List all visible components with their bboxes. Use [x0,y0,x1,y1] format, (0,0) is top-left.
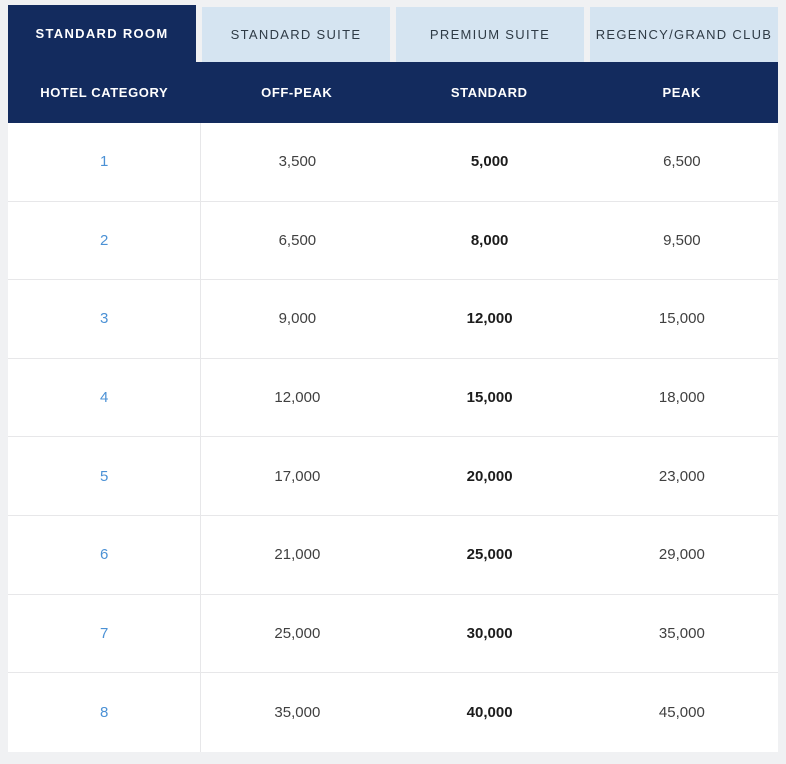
category-link[interactable]: 5 [100,468,108,485]
off-peak-cell: 21,000 [274,546,321,564]
category-link[interactable]: 6 [100,546,108,563]
table-row: 7 25,000 30,000 35,000 [8,594,778,674]
table-row: 6 21,000 25,000 29,000 [8,515,778,595]
category-link[interactable]: 4 [100,389,108,406]
peak-cell: 6,500 [663,153,701,171]
table-row: 2 6,500 8,000 9,500 [8,201,778,281]
category-cell: 8 [8,673,202,752]
peak-cell: 15,000 [658,310,705,328]
table-row: 4 12,000 15,000 18,000 [8,358,778,438]
header-peak: PEAK [662,85,702,100]
standard-cell: 8,000 [470,231,509,249]
standard-cell: 30,000 [466,624,513,642]
category-link[interactable]: 7 [100,625,108,642]
peak-cell: 23,000 [658,467,705,485]
table-row: 8 35,000 40,000 45,000 [8,673,778,752]
off-peak-cell: 6,500 [278,231,317,249]
table-row: 5 17,000 20,000 23,000 [8,437,778,516]
off-peak-cell: 12,000 [274,389,321,407]
category-link[interactable]: 8 [100,704,108,721]
category-cell: 6 [8,515,202,594]
peak-cell: 35,000 [658,624,705,642]
peak-cell: 29,000 [658,546,705,564]
category-link[interactable]: 3 [100,310,108,327]
tab-standard-room[interactable]: STANDARD ROOM [8,5,196,62]
category-cell: 1 [8,123,202,201]
category-cell: 5 [8,437,202,515]
header-hotel-category: HOTEL CATEGORY [40,85,169,100]
header-off-peak: OFF-PEAK [261,85,333,100]
off-peak-cell: 35,000 [274,703,321,721]
category-cell: 7 [8,594,202,673]
tab-regency-grand-club[interactable]: REGENCY/GRAND CLUB [590,7,778,62]
standard-cell: 20,000 [466,467,513,485]
category-link[interactable]: 1 [100,153,108,170]
table-row: 1 3,500 5,000 6,500 [8,123,778,202]
table-row: 3 9,000 12,000 15,000 [8,280,778,359]
peak-cell: 9,500 [663,231,701,249]
tab-standard-suite[interactable]: STANDARD SUITE [202,7,390,62]
category-link[interactable]: 2 [100,232,108,249]
category-cell: 3 [8,280,202,358]
off-peak-cell: 3,500 [278,153,317,171]
standard-cell: 25,000 [466,546,513,564]
off-peak-cell: 9,000 [278,310,317,328]
standard-cell: 15,000 [466,389,513,407]
standard-cell: 40,000 [466,703,513,721]
standard-cell: 5,000 [470,153,509,171]
standard-cell: 12,000 [466,310,513,328]
award-chart-page: STANDARD ROOM STANDARD SUITE PREMIUM SUI… [0,0,786,764]
tab-premium-suite[interactable]: PREMIUM SUITE [396,7,584,62]
table-header-row: HOTEL CATEGORY OFF-PEAK STANDARD PEAK [8,62,778,123]
peak-cell: 45,000 [658,703,705,721]
peak-cell: 18,000 [658,389,705,407]
category-cell: 4 [8,358,202,437]
table-body: 1 3,500 5,000 6,500 2 6,500 8,000 9,500 … [8,123,778,752]
off-peak-cell: 17,000 [274,467,321,485]
header-standard: STANDARD [450,85,528,100]
award-chart: STANDARD ROOM STANDARD SUITE PREMIUM SUI… [8,5,778,752]
category-cell: 2 [8,201,202,280]
room-type-tab-bar: STANDARD ROOM STANDARD SUITE PREMIUM SUI… [8,5,778,62]
off-peak-cell: 25,000 [274,624,321,642]
